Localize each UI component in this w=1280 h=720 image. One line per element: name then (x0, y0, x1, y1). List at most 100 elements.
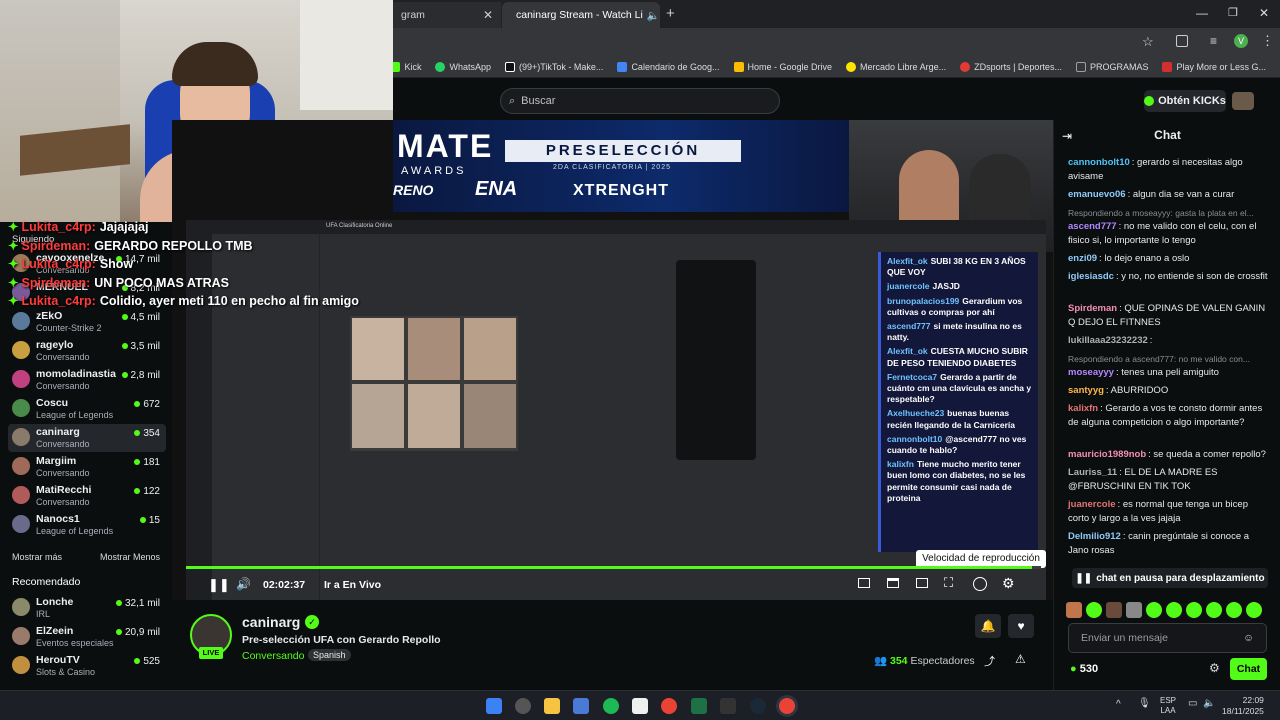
sidebar-channel[interactable]: momoladinastia Conversando 2,8 mil (8, 366, 166, 394)
emoji-picker-icon[interactable]: ☺ (1243, 632, 1254, 644)
chrome-active-icon[interactable] (779, 698, 795, 714)
emote-icon[interactable] (1106, 602, 1122, 618)
volume-tray-icon[interactable]: 🔈 (1203, 698, 1215, 709)
media-control-icon[interactable]: ≡ (1210, 34, 1217, 48)
progress-track[interactable] (186, 566, 1041, 569)
chat-username[interactable]: kalixfn (1068, 403, 1098, 414)
windows-start-icon[interactable] (486, 698, 502, 714)
extensions-icon[interactable] (1176, 35, 1188, 47)
bookmark-playmore[interactable]: Play More or Less G... (1162, 61, 1266, 72)
tab-kick[interactable]: caninarg Stream - Watch Li 🔈 ✕ (502, 2, 660, 28)
sidebar-channel[interactable]: Margiim Conversando 181 (8, 453, 166, 481)
network-icon[interactable]: ▭ (1188, 698, 1197, 709)
input-language[interactable]: ESP LAA (1160, 696, 1176, 716)
chat-username[interactable]: juanercole (1068, 499, 1116, 510)
language-tag[interactable]: Spanish (308, 649, 351, 661)
bookmark-whatsapp[interactable]: WhatsApp (435, 61, 491, 72)
bookmark-kick[interactable]: Kick (390, 61, 421, 72)
emote-icon[interactable] (1066, 602, 1082, 618)
chat-username[interactable]: emanuevo06 (1068, 189, 1126, 200)
emote-icon[interactable] (1226, 602, 1242, 618)
channel-points[interactable]: ● 530 (1070, 663, 1098, 675)
tray-arrow-icon[interactable]: ^ (1116, 699, 1121, 710)
fullscreen-icon[interactable]: ⛶ (944, 575, 953, 591)
settings-gear-icon[interactable]: ⚙ (1002, 575, 1015, 592)
bookmark-calendar[interactable]: Calendario de Goog... (617, 61, 720, 72)
show-more-button[interactable]: Mostrar más (12, 552, 62, 562)
store-icon[interactable] (573, 698, 589, 714)
stream-category[interactable]: Conversando (242, 650, 304, 662)
theater-mode-icon[interactable] (916, 578, 928, 588)
sidebar-recommended-channel[interactable]: ElZeein Eventos especiales 20,9 mil (8, 623, 166, 651)
chat-username[interactable]: mauricio1989nob (1068, 449, 1146, 460)
file-explorer-icon[interactable] (544, 698, 560, 714)
bookmark-tiktok[interactable]: (99+)TikTok - Make... (505, 61, 603, 72)
bookmark-programas[interactable]: PROGRAMAS (1075, 61, 1148, 72)
sidebar-channel[interactable]: Nanocs1 League of Legends 15 (8, 511, 166, 539)
tab-instagram[interactable]: gram ✕ (393, 2, 501, 28)
restore-icon[interactable]: ❐ (1228, 6, 1238, 19)
clip-icon[interactable] (887, 578, 899, 588)
sidebar-recommended-channel[interactable]: HerouTV Slots & Casino 525 (8, 652, 166, 680)
emote-icon[interactable] (1246, 602, 1262, 618)
chat-username[interactable]: ascend777 (1068, 221, 1117, 232)
chat-paused-banner[interactable]: ❚❚ chat en pausa para desplazamiento (1072, 568, 1268, 588)
report-warning-icon[interactable]: ⚠ (1015, 652, 1026, 666)
capcut-icon[interactable] (632, 698, 648, 714)
go-live-button[interactable]: Ir a En Vivo (324, 579, 381, 591)
profile-avatar[interactable]: V (1234, 34, 1248, 48)
share-icon[interactable]: ⤴ (984, 653, 995, 669)
sidebar-channel[interactable]: MatiRecchi Conversando 122 (8, 482, 166, 510)
bookmark-star-icon[interactable]: ☆ (1142, 34, 1154, 50)
user-avatar[interactable] (1232, 92, 1254, 110)
pause-icon[interactable]: ❚❚ (208, 577, 230, 593)
chat-username[interactable]: cannonbolt10 (1068, 157, 1130, 168)
video-player[interactable]: MATE AWARDS PRESELECCIÓN 2DA CLASIFICATO… (172, 120, 1053, 600)
browser-menu-icon[interactable]: ⋮ (1261, 33, 1274, 49)
chat-username[interactable]: Delmilio912 (1068, 531, 1121, 542)
clock[interactable]: 22:09 18/11/2025 (1222, 695, 1264, 717)
send-chat-button[interactable]: Chat (1230, 658, 1267, 680)
speaker-icon[interactable]: 🔈 (647, 9, 660, 22)
microphone-icon[interactable]: 🎙 (1138, 698, 1151, 709)
sidebar-channel[interactable]: Coscu League of Legends 672 (8, 395, 166, 423)
chat-username[interactable]: santyyg (1068, 385, 1104, 396)
chrome-icon[interactable] (661, 698, 677, 714)
volume-icon[interactable]: 🔊 (236, 577, 251, 591)
chat-username[interactable]: Spirdeman (1068, 303, 1117, 314)
excel-icon[interactable] (691, 698, 707, 714)
emote-icon[interactable] (1126, 602, 1142, 618)
emote-icon[interactable] (1086, 602, 1102, 618)
window-close-icon[interactable]: ✕ (1259, 6, 1269, 20)
emote-icon[interactable] (1146, 602, 1162, 618)
minimize-icon[interactable]: — (1196, 6, 1208, 20)
epic-games-icon[interactable] (720, 698, 736, 714)
sidebar-recommended-channel[interactable]: Lonche IRL 32,1 mil (8, 594, 166, 622)
bookmark-mercadolibre[interactable]: Mercado Libre Arge... (846, 61, 946, 72)
chat-settings-icon[interactable]: ⚙ (1209, 661, 1220, 675)
sidebar-channel[interactable]: rageylo Conversando 3,5 mil (8, 337, 166, 365)
chat-username[interactable]: lukillaaa23232232 (1068, 335, 1148, 346)
chat-username[interactable]: iglesiasdc (1068, 271, 1114, 282)
show-less-button[interactable]: Mostrar Menos (100, 552, 160, 562)
get-kicks-button[interactable]: Obtén KICKs (1144, 90, 1226, 112)
chat-username[interactable]: moseayyy (1068, 367, 1114, 378)
bookmark-zdsports[interactable]: ZDsports | Deportes... (960, 61, 1062, 72)
chat-input[interactable]: Enviar un mensaje ☺ (1068, 623, 1267, 653)
pip-icon[interactable] (858, 578, 870, 588)
spotify-icon[interactable] (603, 698, 619, 714)
follow-heart-icon[interactable]: ♥ (1008, 614, 1034, 638)
playback-speed-icon[interactable] (973, 577, 987, 591)
steam-icon[interactable] (750, 698, 766, 714)
chat-username[interactable]: Lauriss_11 (1068, 467, 1117, 478)
emote-icon[interactable] (1186, 602, 1202, 618)
emote-icon[interactable] (1206, 602, 1222, 618)
emote-icon[interactable] (1166, 602, 1182, 618)
sidebar-channel[interactable]: caninarg Conversando 354 (8, 424, 166, 452)
channel-name[interactable]: caninarg (242, 614, 300, 630)
chat-username[interactable]: enzi09 (1068, 253, 1097, 264)
search-input[interactable]: ⌕ Buscar (500, 88, 780, 114)
close-tab-icon[interactable]: ✕ (483, 8, 493, 22)
sidebar-channel[interactable]: zEkO Counter-Strike 2 4,5 mil (8, 308, 166, 336)
notifications-bell-icon[interactable]: 🔔 (975, 614, 1001, 638)
